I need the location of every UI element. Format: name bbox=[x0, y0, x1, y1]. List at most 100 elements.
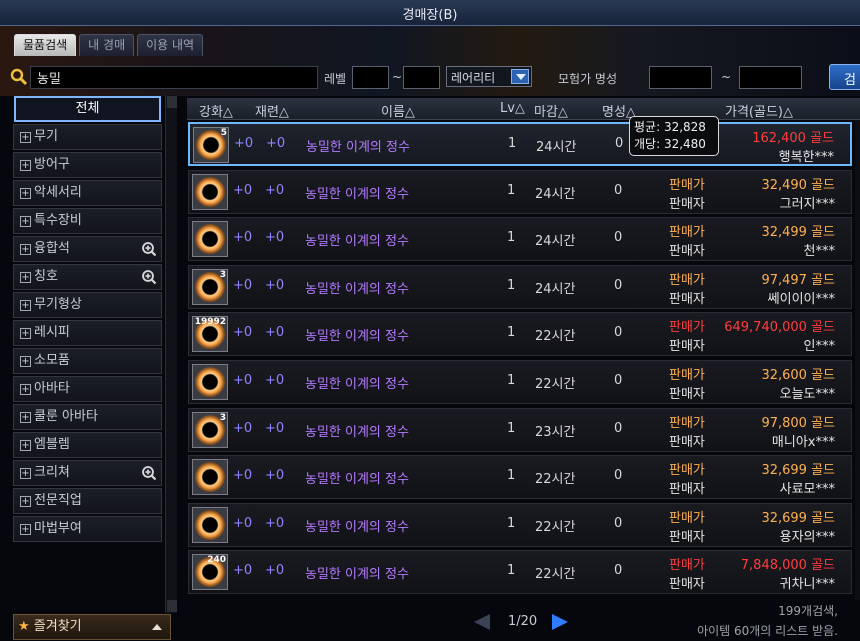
sidebar-item-coolroon-avatar[interactable]: + 쿨룬 아바타 bbox=[13, 404, 162, 430]
item-icon[interactable]: 19992 bbox=[192, 316, 228, 352]
plus-icon[interactable]: + bbox=[20, 356, 31, 367]
table-row[interactable]: +0 +0 농밀한 이계의 정수 1 22시간 0 판매가 판매자 32,699 골드 사료모**… bbox=[188, 455, 852, 499]
plus-icon[interactable]: + bbox=[20, 384, 31, 395]
seller-name: 그러지*** bbox=[779, 197, 835, 212]
tab-history[interactable]: 이용 내역 bbox=[137, 34, 204, 56]
table-row[interactable]: +0 +0 농밀한 이계의 정수 1 22시간 0 판매가 판매자 32,600 골드 오늘도**… bbox=[188, 360, 852, 404]
zoom-in-icon[interactable] bbox=[141, 241, 157, 257]
table-scrollbar[interactable] bbox=[855, 120, 860, 600]
sidebar-item-profession[interactable]: + 전문직업 bbox=[13, 488, 162, 514]
tab-my-auction[interactable]: 내 경매 bbox=[79, 34, 135, 56]
plus-icon[interactable]: + bbox=[20, 300, 31, 311]
item-icon[interactable] bbox=[192, 364, 228, 400]
item-icon[interactable]: 3 bbox=[192, 269, 228, 305]
sidebar-scrollbar[interactable] bbox=[165, 95, 177, 613]
plus-icon[interactable]: + bbox=[20, 216, 31, 227]
sidebar-item-emblem[interactable]: + 엠블렘 bbox=[13, 432, 162, 458]
plus-icon[interactable]: + bbox=[20, 328, 31, 339]
sidebar-item-avatar[interactable]: + 아바타 bbox=[13, 376, 162, 402]
plus-icon[interactable]: + bbox=[20, 132, 31, 143]
search-button[interactable]: 검 bbox=[829, 64, 860, 90]
sidebar-item-consumable[interactable]: + 소모품 bbox=[13, 348, 162, 374]
expire-value: 24시간 bbox=[535, 282, 576, 297]
item-icon[interactable]: 240 bbox=[192, 554, 228, 590]
table-row[interactable]: +0 +0 농밀한 이계의 정수 1 24시간 0 판매가 판매자 32,499 골드 천*** bbox=[188, 217, 852, 261]
item-icon[interactable] bbox=[192, 221, 228, 257]
sidebar-item-accessory[interactable]: + 악세서리 bbox=[13, 180, 162, 206]
enhance-value: +0 bbox=[233, 468, 253, 483]
seller-label: 판매자 bbox=[669, 577, 705, 592]
zoom-in-icon[interactable] bbox=[141, 465, 157, 481]
plus-icon[interactable]: + bbox=[20, 524, 31, 535]
item-icon[interactable]: 5 bbox=[193, 127, 229, 163]
price-label: 판매가 bbox=[669, 178, 705, 193]
chevron-down-icon[interactable] bbox=[511, 69, 529, 84]
item-icon[interactable] bbox=[192, 507, 228, 543]
plus-icon[interactable]: + bbox=[20, 188, 31, 199]
level-value: 1 bbox=[507, 230, 516, 245]
level-max-input[interactable] bbox=[403, 66, 440, 89]
sort-price[interactable]: 가격(골드)△ bbox=[725, 101, 793, 120]
sidebar-item-title[interactable]: + 칭호 bbox=[13, 264, 162, 290]
chevron-up-icon bbox=[152, 624, 162, 630]
sidebar-item-creature[interactable]: + 크리쳐 bbox=[13, 460, 162, 486]
table-row[interactable]: 5 +0 +0 농밀한 이계의 정수 1 24시간 0 162,400 골드 행복한*** bbox=[188, 122, 852, 166]
sidebar-item-recipe[interactable]: + 레시피 bbox=[13, 320, 162, 346]
scroll-up-icon[interactable] bbox=[167, 96, 177, 108]
window-title: 경매장(B) bbox=[402, 8, 458, 23]
sort-level[interactable]: Lv△ bbox=[500, 101, 525, 116]
sidebar-item-all[interactable]: 전체 bbox=[14, 96, 161, 122]
table-row[interactable]: 3 +0 +0 농밀한 이계의 정수 1 23시간 0 판매가 판매자 97,800 골드 매니아x… bbox=[188, 408, 852, 452]
pagination: 1/20 bbox=[470, 612, 580, 632]
plus-icon[interactable]: + bbox=[20, 468, 31, 479]
search-input[interactable] bbox=[30, 66, 318, 89]
favorites-button[interactable]: ★ 즐겨찾기 bbox=[13, 614, 171, 640]
plus-icon[interactable]: + bbox=[20, 440, 31, 451]
sort-name[interactable]: 이름△ bbox=[381, 101, 415, 120]
sort-expire[interactable]: 마감△ bbox=[534, 101, 568, 120]
tab-item-search[interactable]: 물품검색 bbox=[14, 34, 77, 56]
item-icon[interactable] bbox=[192, 174, 228, 210]
table-row[interactable]: +0 +0 농밀한 이계의 정수 1 22시간 0 판매가 판매자 32,699 골드 용자의**… bbox=[188, 503, 852, 547]
sidebar-item-armor[interactable]: + 방어구 bbox=[13, 152, 162, 178]
next-page-icon[interactable] bbox=[552, 614, 568, 630]
sort-enhance[interactable]: 강화△ bbox=[199, 101, 233, 120]
plus-icon[interactable]: + bbox=[20, 160, 31, 171]
plus-icon[interactable]: + bbox=[20, 244, 31, 255]
essence-orb-icon bbox=[195, 462, 225, 492]
sidebar-item-weapon-appearance[interactable]: + 무기형상 bbox=[13, 292, 162, 318]
refine-value: +0 bbox=[265, 421, 285, 436]
sidebar-item-enchant[interactable]: + 마법부여 bbox=[13, 516, 162, 542]
plus-icon[interactable]: + bbox=[20, 496, 31, 507]
item-name: 농밀한 이계의 정수 bbox=[305, 472, 409, 487]
fame-min-input[interactable] bbox=[649, 66, 712, 89]
expire-value: 22시간 bbox=[535, 472, 576, 487]
scroll-down-icon[interactable] bbox=[167, 600, 177, 612]
rarity-select[interactable]: 레어리티 bbox=[446, 66, 532, 87]
item-icon[interactable]: 3 bbox=[192, 412, 228, 448]
sidebar-item-fusion-stone[interactable]: + 융합석 bbox=[13, 236, 162, 262]
refine-value: +0 bbox=[265, 278, 285, 293]
price-value: 162,400 골드 bbox=[752, 131, 834, 146]
sidebar-item-label: 전문직업 bbox=[34, 493, 82, 508]
table-row[interactable]: 240 +0 +0 농밀한 이계의 정수 1 22시간 0 판매가 판매자 7,848,000 골… bbox=[188, 550, 852, 594]
fame-value: 0 bbox=[614, 325, 623, 340]
sort-refine[interactable]: 재련△ bbox=[255, 101, 289, 120]
table-row[interactable]: 3 +0 +0 농밀한 이계의 정수 1 24시간 0 판매가 판매자 97,497 골드 쎄이이이… bbox=[188, 265, 852, 309]
table-row[interactable]: +0 +0 농밀한 이계의 정수 1 24시간 0 판매가 판매자 32,490 골드 그러지**… bbox=[188, 170, 852, 214]
fame-label: 모험가 명성 bbox=[558, 72, 618, 86]
enhance-value: +0 bbox=[233, 516, 253, 531]
item-icon[interactable] bbox=[192, 459, 228, 495]
expire-value: 22시간 bbox=[535, 377, 576, 392]
plus-icon[interactable]: + bbox=[20, 412, 31, 423]
zoom-in-icon[interactable] bbox=[141, 269, 157, 285]
fame-max-input[interactable] bbox=[739, 66, 802, 89]
plus-icon[interactable]: + bbox=[20, 272, 31, 283]
level-min-input[interactable] bbox=[352, 66, 389, 89]
fame-range-tilde: ~ bbox=[721, 70, 732, 84]
sidebar-item-special-equipment[interactable]: + 특수장비 bbox=[13, 208, 162, 234]
prev-page-icon[interactable] bbox=[474, 614, 490, 630]
list-info: 아이템 60개의 리스트 받음. bbox=[697, 624, 838, 638]
table-row[interactable]: 19992 +0 +0 농밀한 이계의 정수 1 22시간 0 판매가 판매자 649,740,0… bbox=[188, 312, 852, 356]
sidebar-item-weapon[interactable]: + 무기 bbox=[13, 124, 162, 150]
